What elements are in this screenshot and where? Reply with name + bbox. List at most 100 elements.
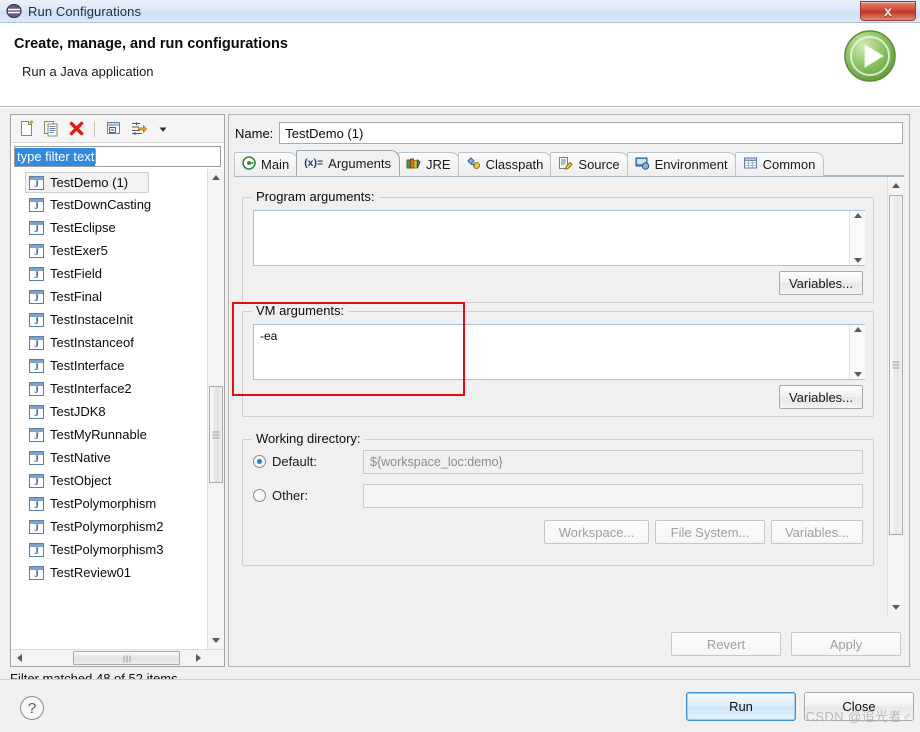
- list-item[interactable]: TestExer5: [11, 239, 207, 262]
- tree-horizontal-scrollbar[interactable]: [11, 649, 224, 666]
- tree-vertical-scrollbar[interactable]: [207, 169, 224, 649]
- scrollbar-thumb[interactable]: [889, 195, 903, 535]
- tab-jre[interactable]: JRE: [398, 152, 460, 176]
- workspace-button[interactable]: Workspace...: [544, 520, 649, 544]
- list-item-label: TestJDK8: [50, 404, 106, 419]
- tab-main[interactable]: Main: [234, 152, 299, 176]
- vm-arguments-input[interactable]: [253, 324, 865, 380]
- working-directory-default-value: ${workspace_loc:demo}: [363, 450, 863, 474]
- close-button[interactable]: Close: [804, 692, 914, 721]
- scroll-left-icon[interactable]: [11, 650, 28, 666]
- chevron-down-icon[interactable]: [152, 118, 174, 140]
- list-item-label: TestInstaceInit: [50, 312, 134, 327]
- java-class-icon: [29, 496, 44, 511]
- delete-icon[interactable]: [65, 118, 87, 140]
- scrollbar-thumb-horizontal[interactable]: [73, 651, 180, 665]
- default-label: Default:: [272, 454, 317, 469]
- tab-label: Environment: [654, 157, 728, 172]
- configuration-editor-panel: Name: Main (x)= Arguments: [228, 114, 910, 667]
- radio-other[interactable]: [253, 489, 266, 502]
- scroll-right-icon[interactable]: [190, 650, 207, 666]
- list-item[interactable]: TestField: [11, 262, 207, 285]
- working-directory-default-row[interactable]: Default:: [253, 454, 317, 469]
- window-titlebar: Run Configurations x: [0, 0, 920, 23]
- vm-arguments-scrollbar[interactable]: [849, 325, 865, 379]
- list-item[interactable]: TestInterface: [11, 354, 207, 377]
- list-item[interactable]: TestReview01: [11, 561, 207, 584]
- configurations-tree[interactable]: TestDemo (1) TestDownCasting TestEclipse…: [11, 169, 224, 666]
- name-input[interactable]: [279, 122, 903, 144]
- scroll-down-icon[interactable]: [853, 258, 862, 263]
- working-directory-other-input[interactable]: [363, 484, 863, 508]
- text-caret: [95, 149, 97, 164]
- duplicate-icon[interactable]: [40, 118, 62, 140]
- list-item[interactable]: TestFinal: [11, 285, 207, 308]
- list-item[interactable]: TestMyRunnable: [11, 423, 207, 446]
- java-class-icon: [29, 197, 44, 212]
- program-arguments-input[interactable]: [253, 210, 865, 266]
- content-scroll-area: Program arguments: Variables... VM argum…: [234, 177, 886, 616]
- scroll-up-icon[interactable]: [853, 327, 862, 332]
- content-vertical-scrollbar[interactable]: [887, 177, 904, 616]
- tab-label: Main: [261, 157, 290, 172]
- grip-icon: [122, 651, 131, 666]
- tab-common[interactable]: Common: [734, 152, 825, 176]
- tab-environment[interactable]: Environment: [626, 152, 737, 176]
- file-system-button[interactable]: File System...: [655, 520, 765, 544]
- list-item[interactable]: TestPolymorphism3: [11, 538, 207, 561]
- java-class-icon: [29, 450, 44, 465]
- scrollbar-thumb[interactable]: [209, 386, 223, 483]
- list-item[interactable]: TestDemo (1): [25, 172, 149, 193]
- configurations-toolbar: [11, 115, 224, 143]
- list-item[interactable]: TestJDK8: [11, 400, 207, 423]
- program-arguments-variables-button[interactable]: Variables...: [779, 271, 863, 295]
- scroll-down-icon[interactable]: [888, 599, 904, 616]
- list-item[interactable]: TestEclipse: [11, 216, 207, 239]
- search-input[interactable]: type filter text: [14, 146, 221, 167]
- list-item-label: TestNative: [50, 450, 111, 465]
- java-class-icon: [29, 266, 44, 281]
- scroll-up-icon[interactable]: [208, 169, 224, 186]
- window-title: Run Configurations: [28, 3, 142, 19]
- apply-button[interactable]: Apply: [791, 632, 901, 656]
- java-class-icon: [29, 381, 44, 396]
- list-item[interactable]: TestNative: [11, 446, 207, 469]
- working-directory-other-row[interactable]: Other:: [253, 488, 308, 503]
- list-item[interactable]: TestInstanceof: [11, 331, 207, 354]
- working-directory-label: Working directory:: [252, 431, 365, 446]
- radio-default[interactable]: [253, 455, 266, 468]
- tab-label: Common: [762, 157, 816, 172]
- working-directory-variables-button[interactable]: Variables...: [771, 520, 863, 544]
- list-item[interactable]: TestDownCasting: [11, 193, 207, 216]
- filter-icon[interactable]: [127, 118, 149, 140]
- new-configuration-icon[interactable]: [15, 118, 37, 140]
- name-label: Name:: [235, 125, 274, 141]
- run-button[interactable]: Run: [686, 692, 796, 721]
- list-item[interactable]: TestInterface2: [11, 377, 207, 400]
- list-item[interactable]: TestPolymorphism2: [11, 515, 207, 538]
- list-item[interactable]: TestObject: [11, 469, 207, 492]
- revert-button[interactable]: Revert: [671, 632, 781, 656]
- dialog-footer: ? Run Close: [0, 679, 920, 732]
- arguments-variable-icon: (x)=: [304, 157, 324, 169]
- vm-arguments-variables-button[interactable]: Variables...: [779, 385, 863, 409]
- list-item[interactable]: TestInstaceInit: [11, 308, 207, 331]
- tab-strip-filler: [822, 175, 904, 176]
- scroll-down-icon[interactable]: [853, 372, 862, 377]
- list-item-label: TestInterface2: [50, 381, 132, 396]
- tab-classpath[interactable]: Classpath: [457, 152, 553, 176]
- scroll-down-icon[interactable]: [208, 632, 224, 649]
- program-arguments-scrollbar[interactable]: [849, 211, 865, 265]
- tab-source[interactable]: Source: [550, 152, 629, 176]
- tab-label: Classpath: [485, 157, 544, 172]
- scroll-up-icon[interactable]: [888, 177, 904, 194]
- help-icon[interactable]: ?: [20, 696, 44, 720]
- collapse-all-icon[interactable]: [102, 118, 124, 140]
- close-icon[interactable]: x: [860, 1, 916, 21]
- working-directory-group: Working directory: Default: ${workspace_…: [242, 431, 874, 566]
- list-item[interactable]: TestPolymorphism: [11, 492, 207, 515]
- tab-arguments[interactable]: (x)= Arguments: [296, 150, 401, 176]
- list-item-label: TestInterface: [50, 358, 125, 373]
- scroll-up-icon[interactable]: [853, 213, 862, 218]
- java-class-icon: [29, 335, 44, 350]
